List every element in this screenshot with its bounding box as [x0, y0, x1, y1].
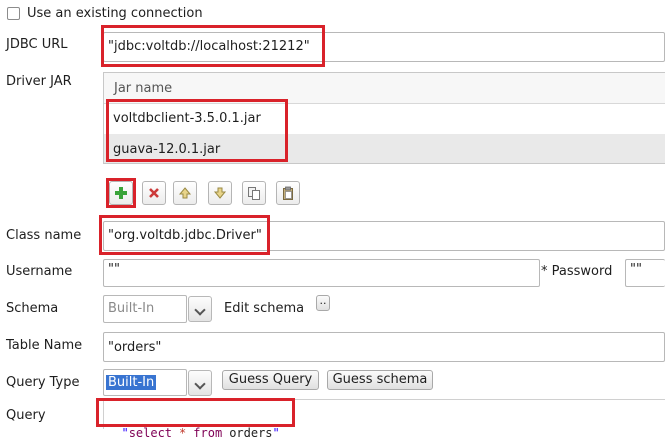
edit-schema-label: Edit schema [224, 301, 305, 316]
move-down-icon [213, 187, 227, 199]
copy-button[interactable] [242, 181, 266, 205]
schema-value: Built-In [108, 301, 155, 316]
copy-icon [248, 187, 260, 200]
table-name-input[interactable]: "orders" [103, 332, 665, 362]
query-editor[interactable]: "select * from orders" [103, 399, 665, 440]
username-label: Username [6, 264, 73, 279]
move-up-button[interactable] [173, 181, 197, 205]
guess-query-button[interactable]: Guess Query [222, 370, 319, 390]
schema-label: Schema [6, 301, 59, 316]
query-open-quote: " [121, 426, 129, 440]
driver-jar-table[interactable]: Jar name voltdbclient-3.5.0.1.jar guava-… [103, 72, 665, 164]
schema-select[interactable]: Built-In [103, 295, 187, 323]
jar-file-name: voltdbclient-3.5.0.1.jar [113, 111, 261, 126]
class-name-value: "org.voltdb.jdbc.Driver" [108, 228, 262, 243]
query-type-select[interactable]: Built-In [103, 369, 187, 396]
jdbc-url-value: "jdbc:voltdb://localhost:21212" [108, 39, 310, 54]
move-down-button[interactable] [208, 181, 232, 205]
table-name-label: Table Name [6, 338, 83, 353]
query-type-value: Built-In [106, 375, 157, 390]
password-input[interactable]: "" [625, 259, 665, 287]
password-value: "" [630, 262, 642, 277]
query-table: orders [229, 426, 273, 440]
table-row[interactable]: guava-12.0.1.jar [104, 134, 665, 163]
query-star: * [179, 426, 187, 440]
edit-schema-button[interactable]: .. [316, 295, 330, 311]
ellipsis-icon: .. [319, 294, 327, 307]
guess-query-label: Guess Query [228, 372, 313, 387]
table-name-value: "orders" [108, 340, 162, 355]
paste-button[interactable] [276, 181, 300, 205]
jdbc-url-input[interactable]: "jdbc:voltdb://localhost:21212" [103, 32, 665, 62]
jdbc-url-label: JDBC URL [6, 37, 68, 52]
schema-dropdown-button[interactable] [188, 296, 212, 322]
jar-file-name: guava-12.0.1.jar [113, 142, 221, 157]
existing-connection-checkbox[interactable] [7, 7, 20, 20]
query-keyword-from: from [193, 426, 223, 440]
driver-jar-label: Driver JAR [6, 74, 72, 89]
password-label: * Password [541, 264, 613, 279]
remove-icon [149, 188, 159, 198]
jar-name-column-header[interactable]: Jar name [104, 73, 665, 104]
username-input[interactable]: "" [103, 259, 540, 287]
move-up-icon [178, 187, 192, 199]
jar-name-header-text: Jar name [114, 81, 173, 96]
paste-icon [283, 186, 293, 200]
class-name-label: Class name [6, 228, 82, 243]
username-value: "" [108, 262, 120, 277]
class-name-input[interactable]: "org.voltdb.jdbc.Driver" [103, 221, 665, 251]
guess-schema-label: Guess schema [332, 372, 428, 387]
remove-jar-button[interactable] [142, 181, 166, 205]
existing-connection-label: Use an existing connection [27, 6, 203, 21]
add-jar-button[interactable] [109, 181, 133, 205]
query-type-label: Query Type [6, 375, 80, 390]
query-keyword-select: select [128, 426, 173, 440]
query-label: Query [6, 408, 46, 423]
query-close-quote: " [272, 426, 280, 440]
query-type-dropdown-button[interactable] [188, 370, 212, 396]
table-row[interactable]: voltdbclient-3.5.0.1.jar [104, 104, 665, 134]
add-icon [115, 187, 127, 199]
guess-schema-button[interactable]: Guess schema [327, 370, 433, 390]
